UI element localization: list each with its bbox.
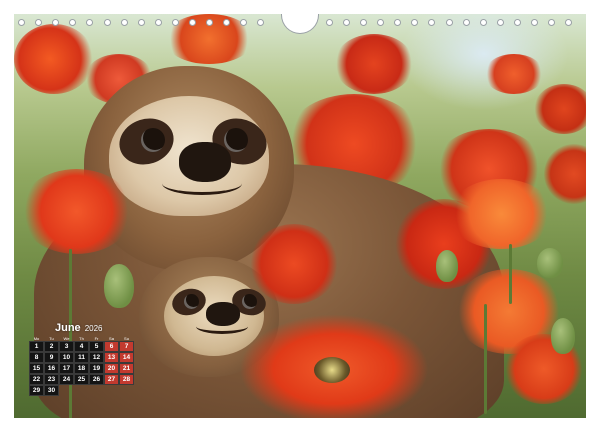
calendar-day-cell: 2 <box>44 341 59 352</box>
calendar-day-cell: 18 <box>74 363 89 374</box>
calendar-day-cell: 23 <box>44 374 59 385</box>
calendar-day-cell: 9 <box>44 352 59 363</box>
poppy-flower <box>19 169 134 254</box>
poppy-flower <box>544 144 586 204</box>
calendar-day-cell: 16 <box>44 363 59 374</box>
calendar-empty-cell <box>59 385 74 396</box>
sloth-mouth <box>196 319 248 334</box>
calendar-day-cell: 4 <box>74 341 89 352</box>
poppy-stem <box>484 304 487 414</box>
calendar-day-cell: 20 <box>104 363 119 374</box>
calendar-day-cell: 19 <box>89 363 104 374</box>
calendar-day-cell: 17 <box>59 363 74 374</box>
poppy-bud <box>104 264 134 308</box>
calendar-title: June 2026 <box>55 322 139 334</box>
poppy-stem <box>509 244 512 304</box>
month-calendar: June 2026 Mo Tu We Th Fr Sa Su 1234567891… <box>27 322 139 396</box>
calendar-day-cell: 27 <box>104 374 119 385</box>
sloth-eye <box>242 294 257 309</box>
calendar-day-cell: 11 <box>74 352 89 363</box>
poppy-flower <box>534 84 586 134</box>
calendar-day-cell: 7 <box>119 341 134 352</box>
calendar-day-cell: 21 <box>119 363 134 374</box>
calendar-page: June 2026 Mo Tu We Th Fr Sa Su 1234567891… <box>0 0 600 432</box>
poppy-flower <box>14 24 94 94</box>
calendar-year: 2026 <box>84 324 103 333</box>
poppy-center <box>314 357 350 383</box>
calendar-day-cell: 12 <box>89 352 104 363</box>
calendar-day-cell: 15 <box>29 363 44 374</box>
calendar-day-cell: 10 <box>59 352 74 363</box>
calendar-day-cell: 29 <box>29 385 44 396</box>
poppy-bud <box>537 248 563 278</box>
calendar-day-cell: 30 <box>44 385 59 396</box>
poppy-flower <box>449 179 554 249</box>
calendar-day-cell: 13 <box>104 352 119 363</box>
calendar-day-cell: 25 <box>74 374 89 385</box>
calendar-day-grid: 1 2 3 4 5 6 7 8 9 10 11 12 13 14 15 16 17 18 19 20 21 22 23 24 2… <box>29 341 139 396</box>
poppy-flower <box>164 14 254 64</box>
calendar-month: June <box>55 322 81 334</box>
calendar-day-cell: 14 <box>119 352 134 363</box>
poppy-flower <box>484 54 544 94</box>
calendar-day-cell: 5 <box>89 341 104 352</box>
calendar-day-cell: 6 <box>104 341 119 352</box>
calendar-day-cell: 8 <box>29 352 44 363</box>
calendar-day-cell: 1 <box>29 341 44 352</box>
sloth-eye <box>184 294 199 309</box>
calendar-day-cell: 24 <box>59 374 74 385</box>
poppy-bud <box>436 250 458 282</box>
calendar-empty-cell <box>119 385 134 396</box>
poppy-bud <box>551 318 575 354</box>
calendar-empty-cell <box>74 385 89 396</box>
calendar-day-cell: 3 <box>59 341 74 352</box>
sloth-eye <box>141 128 165 152</box>
sloth-mouth <box>162 172 242 195</box>
calendar-day-cell: 22 <box>29 374 44 385</box>
sloth-eye <box>224 128 248 152</box>
poppy-flower <box>249 224 339 304</box>
calendar-empty-cell <box>89 385 104 396</box>
poppy-flower <box>334 34 414 94</box>
calendar-day-cell: 28 <box>119 374 134 385</box>
calendar-empty-cell <box>104 385 119 396</box>
calendar-day-cell: 26 <box>89 374 104 385</box>
